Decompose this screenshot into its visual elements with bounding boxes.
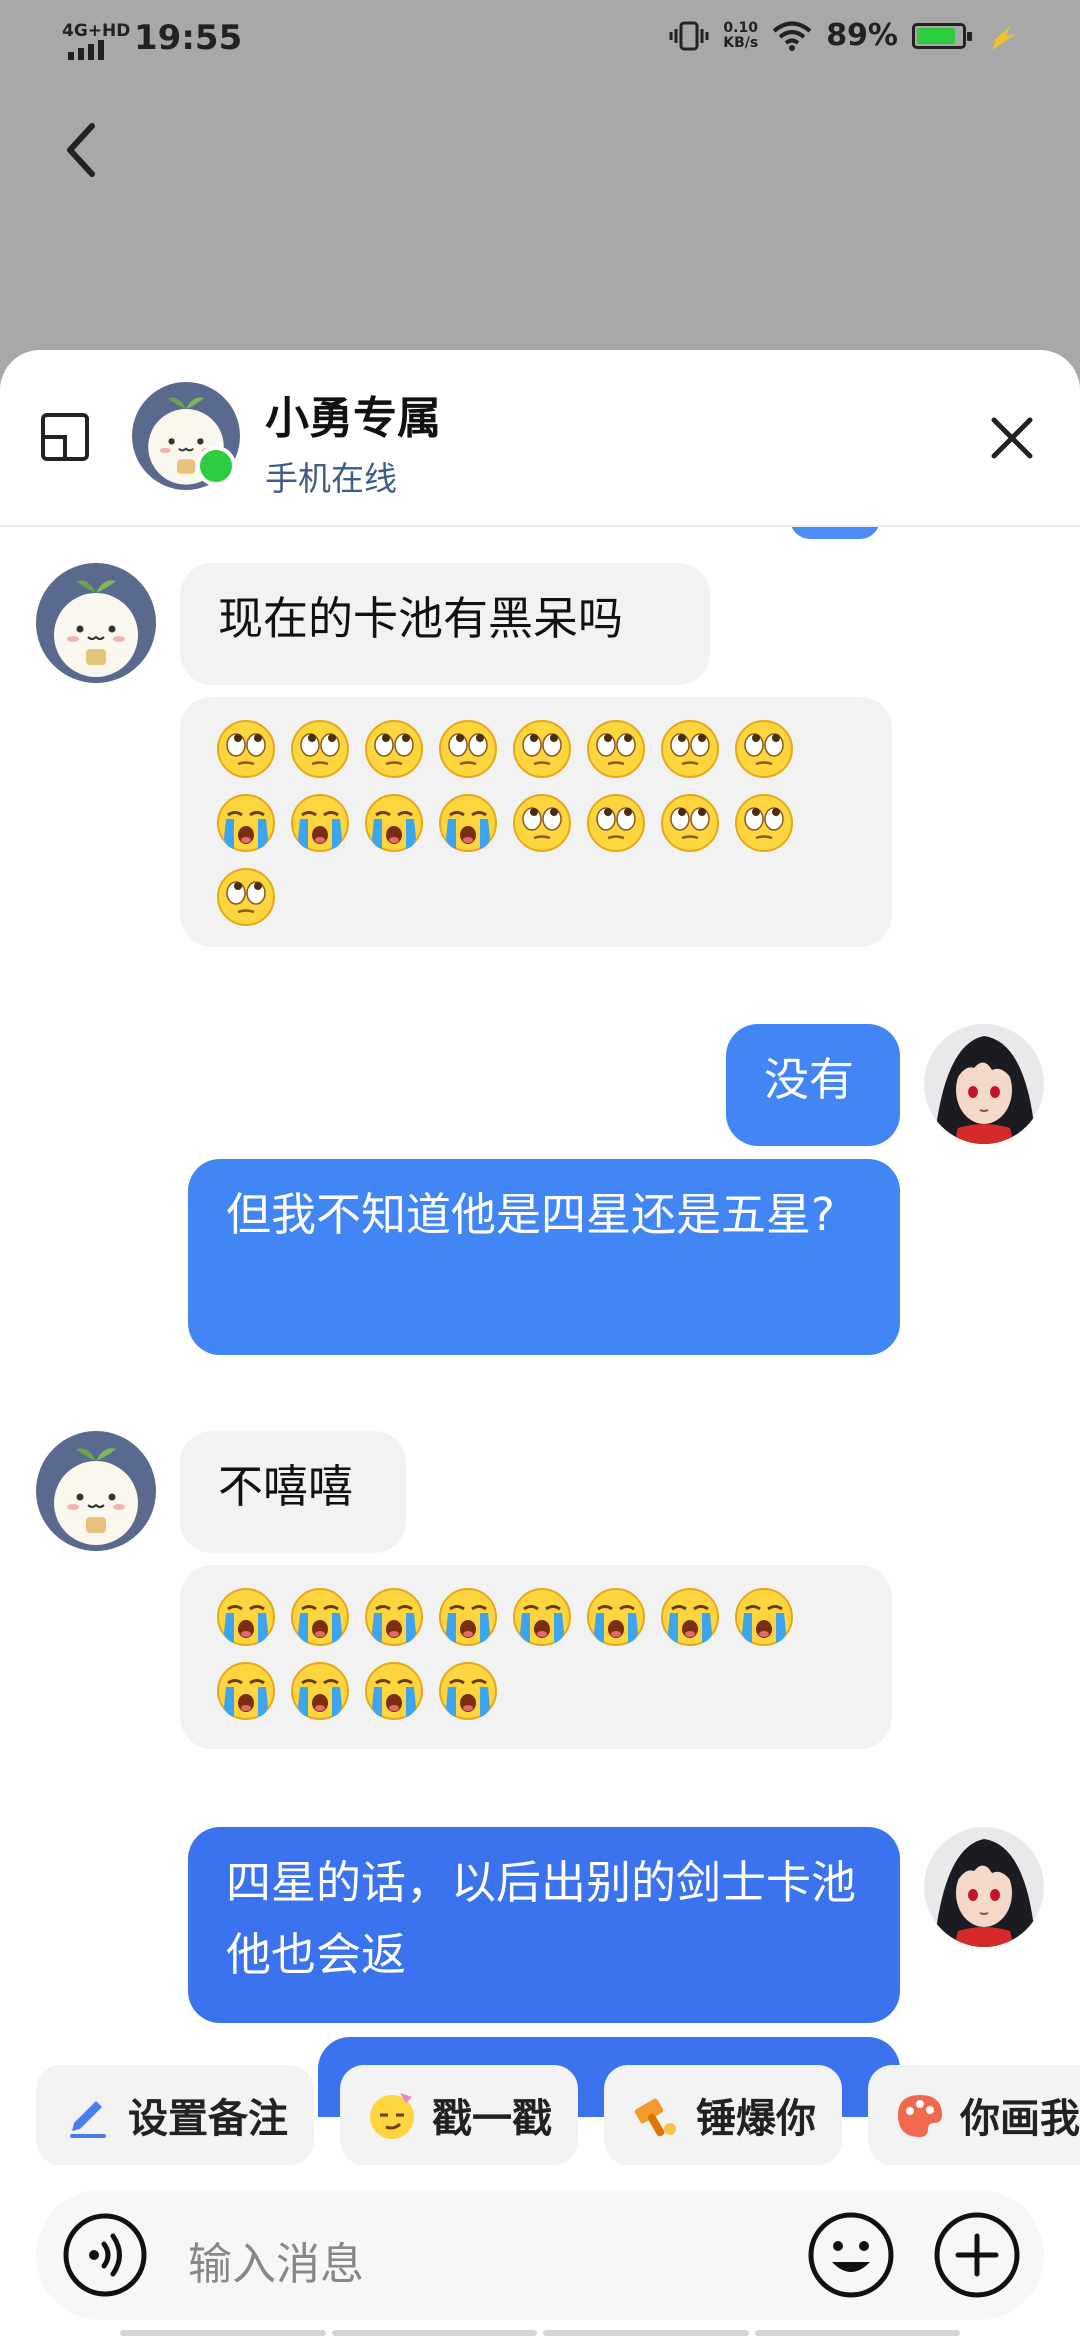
battery-percent: 89% [826,18,898,53]
message-bubble[interactable]: 不嘻嘻 [180,1431,406,1553]
online-indicator [196,446,236,486]
status-time: 19:55 [134,18,243,58]
hammer-chip[interactable]: 锤爆你 [604,2065,842,2165]
loudly-crying-face-icon [216,1587,276,1647]
loudly-crying-face-icon [438,793,498,853]
voice-input-icon[interactable] [62,2212,148,2298]
loudly-crying-face-icon [216,1661,276,1721]
contact-avatar[interactable] [36,1431,156,1551]
loudly-crying-face-icon [290,1587,350,1647]
status-bar: 4G+HD 19:55 0.10 KB/s 89% [0,0,1080,80]
floating-window-icon[interactable] [40,412,90,462]
network-type: 4G+HD [62,21,131,41]
rolling-eyes-face-icon [512,793,572,853]
loudly-crying-face-icon [364,1587,424,1647]
rolling-eyes-face-icon [512,719,572,779]
loudly-crying-face-icon [512,1587,572,1647]
vibrate-icon [669,21,709,50]
rolling-eyes-face-icon [734,719,794,779]
back-arrow-icon[interactable] [62,120,102,180]
rolling-eyes-face-icon [586,793,646,853]
network-speed: 0.10 KB/s [723,19,759,51]
add-attachment-icon[interactable] [932,2210,1022,2300]
palette-icon [898,2095,942,2137]
rolling-eyes-face-icon [290,719,350,779]
rolling-eyes-face-icon [734,793,794,853]
message-bubble[interactable]: 四星的话，以后出别的剑士卡池他也会返 [188,1827,900,2023]
gesture-bar [120,2330,960,2336]
set-remark-chip[interactable]: 设置备注 [36,2065,314,2165]
loudly-crying-face-icon [734,1587,794,1647]
rolling-eyes-face-icon [660,719,720,779]
message-input-bar: 输入消息 [36,2190,1044,2320]
quick-actions: 设置备注 戳一戳 锤爆你 你画我 [36,2065,1080,2165]
my-avatar[interactable] [924,1024,1044,1144]
poke-chip[interactable]: 戳一戳 [340,2065,578,2165]
pencil-icon [70,2101,106,2138]
chat-header: 小勇专属 手机在线 [0,350,1080,527]
loudly-crying-face-icon [660,1587,720,1647]
loudly-crying-face-icon [290,1661,350,1721]
rolling-eyes-face-icon [364,719,424,779]
wifi-icon [772,21,812,51]
rolling-eyes-face-icon [660,793,720,853]
loudly-crying-face-icon [290,793,350,853]
smirk-face-icon [370,2093,414,2139]
loudly-crying-face-icon [586,1587,646,1647]
message-bubble[interactable]: 但我不知道他是四星还是五星? [188,1159,900,1355]
rolling-eyes-face-icon [438,719,498,779]
close-icon[interactable] [984,410,1040,466]
emoji-message-bubble[interactable] [180,697,892,947]
rolling-eyes-face-icon [216,719,276,779]
message-bubble[interactable]: 没有 [726,1024,900,1146]
message-bubble[interactable]: 现在的卡池有黑呆吗 [180,563,710,685]
message-input[interactable]: 输入消息 [188,2228,364,2292]
chat-sheet: 小勇专属 手机在线 现在的卡池有黑呆吗 没有 但我不知道他是四星还是五星? 不嘻… [0,350,1080,2340]
signal-icon [68,40,104,60]
loudly-crying-face-icon [364,1661,424,1721]
loudly-crying-face-icon [216,793,276,853]
rolling-eyes-face-icon [216,867,276,927]
hammer-icon [634,2098,676,2137]
rolling-eyes-face-icon [586,719,646,779]
previous-message-edge [790,527,880,539]
contact-avatar[interactable] [36,563,156,683]
my-avatar[interactable] [924,1827,1044,1947]
battery-icon [912,22,972,49]
loudly-crying-face-icon [438,1661,498,1721]
contact-name[interactable]: 小勇专属 [265,382,441,446]
charging-icon [986,25,1016,50]
draw-guess-chip[interactable]: 你画我 [868,2065,1080,2165]
emoji-picker-icon[interactable] [806,2210,896,2300]
loudly-crying-face-icon [364,793,424,853]
contact-status: 手机在线 [265,459,397,498]
loudly-crying-face-icon [438,1587,498,1647]
emoji-message-bubble[interactable] [180,1565,892,1749]
